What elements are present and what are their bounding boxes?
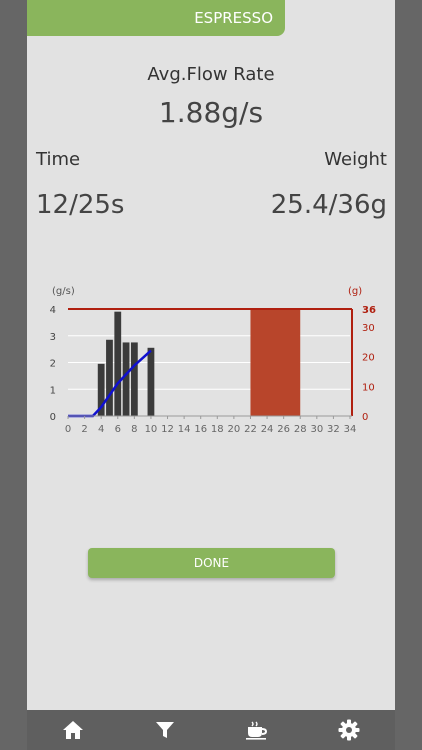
right-unit-label: (g) [348,286,362,297]
x-tick-label: 12 [161,424,174,435]
mode-tab[interactable]: ESPRESSO [27,0,285,36]
nav-coffee[interactable] [211,710,303,750]
x-tick-label: 6 [115,424,121,435]
x-tick-label: 34 [344,424,357,435]
weight-value: 25.4/36g [270,190,387,220]
avg-flow-rate-label: Avg.Flow Rate [147,64,275,85]
x-tick-label: 30 [310,424,323,435]
y-right-tick-label: 36 [362,305,376,316]
x-tick-label: 26 [277,424,290,435]
x-tick-label: 18 [211,424,224,435]
time-value: 12/25s [36,190,125,220]
home-icon [63,721,83,739]
x-tick-label: 32 [327,424,340,435]
time-label: Time [36,149,81,170]
x-tick-label: 0 [65,424,71,435]
nav-filter[interactable] [119,710,211,750]
y-left-tick-label: 4 [50,305,56,316]
flow-bar [130,342,138,416]
y-right-tick-label: 10 [362,382,375,393]
y-left-tick-label: 0 [50,412,56,423]
nav-settings[interactable] [303,710,395,750]
coffee-cup-icon [246,721,268,740]
x-tick-label: 8 [131,424,137,435]
y-right-tick-label: 20 [362,353,375,364]
nav-home[interactable] [27,710,119,750]
left-unit-label: (g/s) [52,286,75,297]
x-tick-label: 14 [178,424,191,435]
flow-bar [147,347,155,416]
x-tick-label: 4 [98,424,104,435]
gear-icon [338,719,360,741]
target-time-band [250,309,301,416]
y-right-tick-label: 0 [362,412,368,423]
y-right-tick-label: 30 [362,323,375,334]
x-tick-label: 24 [261,424,274,435]
x-tick-label: 28 [294,424,307,435]
done-button[interactable]: DONE [88,548,335,578]
x-tick-label: 16 [194,424,207,435]
x-tick-label: 2 [81,424,87,435]
app-screen: ESPRESSO Avg.Flow Rate 1.88g/s Time Weig… [27,0,395,750]
flow-bar [122,342,130,416]
flow-bar [114,311,122,416]
flow-chart: 0 2 4 6 8 10 12 14 16 18 20 22 24 26 28 30 32 34012340102… [50,286,376,435]
y-left-tick-label: 1 [50,385,56,396]
x-tick-label: 10 [145,424,158,435]
bottom-nav [27,710,395,750]
avg-flow-rate-value: 1.88g/s [158,96,264,129]
y-left-tick-label: 2 [50,359,56,370]
filter-icon [156,722,174,738]
weight-label: Weight [324,149,387,170]
x-tick-label: 22 [244,424,257,435]
flow-bar [106,339,113,416]
x-tick-label: 20 [228,424,241,435]
y-left-tick-label: 3 [50,332,56,343]
